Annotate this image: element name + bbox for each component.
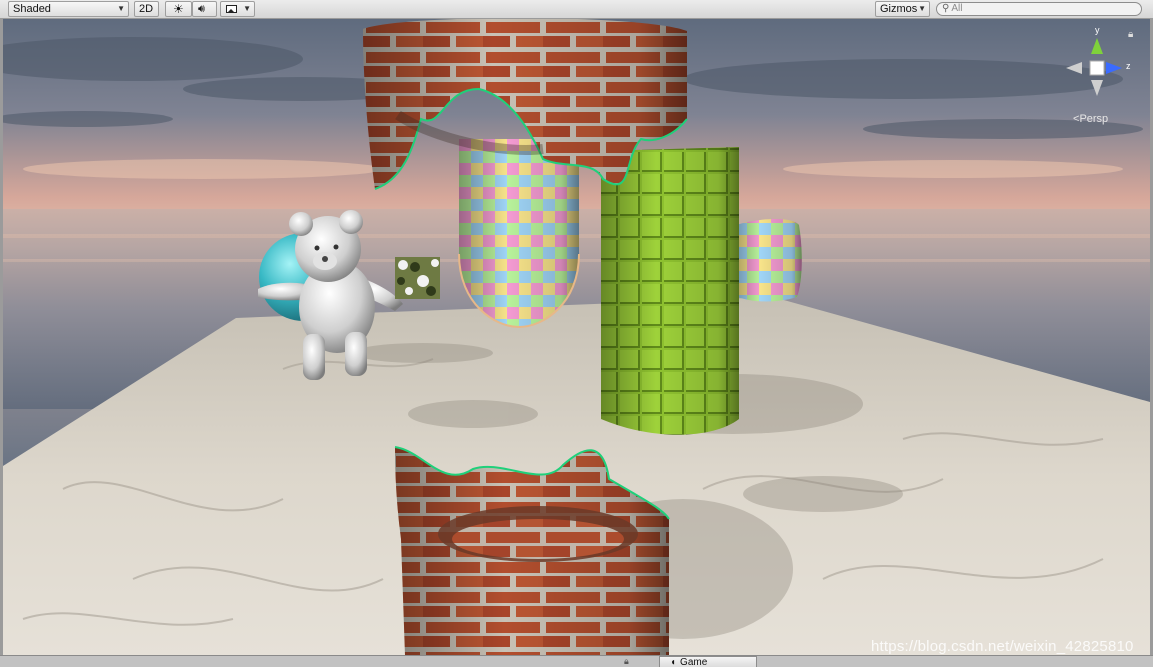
mode-2d-toggle[interactable]: 2D (134, 1, 159, 17)
watermark: https://blog.csdn.net/weixin_42825810 (871, 638, 1134, 655)
sun-icon: ☀ (173, 2, 184, 16)
mode-2d-label: 2D (139, 3, 154, 15)
camo-cube (395, 257, 440, 299)
game-tab-label: Game (680, 657, 708, 667)
scene-render (3, 19, 1150, 655)
checker-capsule (458, 139, 580, 329)
checker-barrel (732, 219, 802, 302)
gizmo-center-cube[interactable] (1089, 60, 1105, 76)
lock-icon[interactable]: 🔒︎ (1128, 29, 1133, 40)
image-icon (226, 5, 237, 13)
shading-mode-label: Shaded (13, 3, 51, 15)
dropdown-arrow-icon: ▼ (918, 4, 926, 13)
pacman-icon: ◖ (670, 657, 677, 667)
z-axis-cone[interactable] (1106, 62, 1122, 74)
scene-view-window: Shaded ▼ 2D ☀ 🔊︎ ▼ Gizmos ▼ ⚲ All y z 🔒︎… (0, 0, 1153, 667)
search-placeholder: All (951, 3, 963, 14)
dropdown-arrow-icon: ▼ (243, 4, 251, 13)
audio-toggle[interactable]: 🔊︎ (192, 1, 217, 17)
speaker-icon: 🔊︎ (198, 3, 205, 15)
lighting-toggle[interactable]: ☀ (165, 1, 192, 17)
gizmos-label: Gizmos (880, 3, 918, 15)
shading-mode-dropdown[interactable]: Shaded ▼ (8, 1, 129, 17)
dropdown-arrow-icon: ▼ (117, 4, 125, 13)
axis-z-label: z (1126, 61, 1131, 71)
projection-label: Persp (1079, 113, 1109, 125)
scene-toolbar: Shaded ▼ 2D ☀ 🔊︎ ▼ Gizmos ▼ ⚲ All (0, 0, 1153, 19)
magnifier-icon: ⚲ (942, 3, 950, 14)
gizmos-dropdown[interactable]: Gizmos ▼ (875, 1, 930, 17)
y-axis-cone[interactable] (1091, 38, 1103, 54)
projection-toggle[interactable]: <Persp (1073, 113, 1108, 125)
x-axis-cone[interactable] (1066, 62, 1082, 74)
bottom-tab-bar (0, 655, 1153, 667)
neg-y-axis-cone[interactable] (1091, 80, 1103, 96)
search-input[interactable]: ⚲ All (936, 2, 1142, 16)
green-cylinder (601, 147, 739, 435)
tab-game[interactable]: ◖ Game (659, 656, 757, 667)
axis-y-label: y (1095, 25, 1100, 35)
scene-viewport[interactable] (3, 19, 1150, 655)
lock-icon[interactable]: 🔒︎ (624, 656, 629, 667)
effects-dropdown[interactable]: ▼ (220, 1, 255, 17)
